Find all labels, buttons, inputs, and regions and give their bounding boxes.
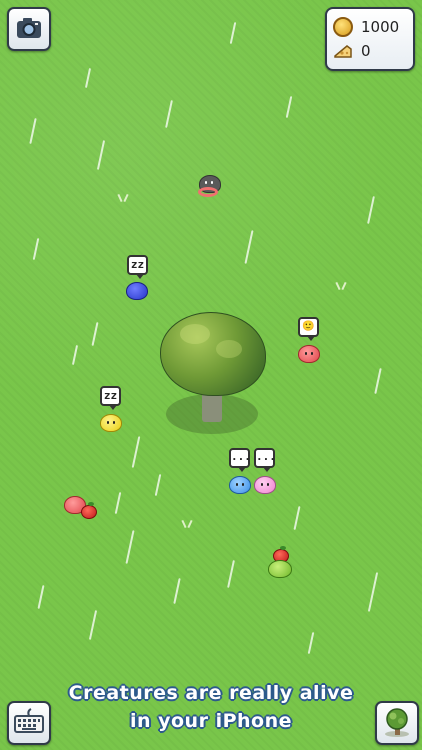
currency-panel: 1000 0 xyxy=(325,7,415,71)
speech-bubble: 🙂 xyxy=(298,317,319,341)
blue-creature-2[interactable] xyxy=(229,476,251,494)
grass-tuft xyxy=(334,282,348,290)
speech-bubble: ... xyxy=(254,448,276,472)
rain-streak xyxy=(293,506,301,530)
speech-bubble: zz xyxy=(127,255,148,279)
rain-streak xyxy=(307,632,315,654)
coin-count: 1000 xyxy=(361,18,400,36)
gray-creature[interactable] xyxy=(197,175,221,201)
tree-icon xyxy=(385,708,409,737)
rain-streak xyxy=(131,436,141,468)
grass-tuft xyxy=(116,194,130,202)
game-field[interactable]: 1000 0 zz 🙂 zz ... ... Creatures are rea… xyxy=(0,0,422,750)
rain-streak xyxy=(229,22,237,44)
green-creature[interactable] xyxy=(268,560,292,578)
rain-streak xyxy=(125,530,135,564)
float-ring-icon xyxy=(198,187,218,197)
rain-streak xyxy=(37,585,45,609)
apple-icon[interactable] xyxy=(80,502,98,520)
yellow-creature[interactable] xyxy=(100,414,122,432)
pink-creature[interactable] xyxy=(254,476,276,494)
cheese-icon xyxy=(333,41,353,61)
rain-streak xyxy=(244,230,254,264)
tree-foliage xyxy=(160,312,266,396)
camera-icon xyxy=(17,18,41,38)
rain-streak xyxy=(367,572,379,612)
rain-streak xyxy=(114,492,122,514)
rain-streak xyxy=(29,118,37,144)
caption-line-1: Creatures are really alive xyxy=(68,682,354,704)
rain-streak xyxy=(227,560,235,588)
rain-streak xyxy=(165,100,173,128)
tree-button[interactable] xyxy=(375,701,419,745)
red-creature[interactable] xyxy=(298,345,320,363)
rain-streak xyxy=(91,322,99,346)
grass-tuft xyxy=(180,520,194,528)
keyboard-button[interactable] xyxy=(7,701,51,745)
cheese-count: 0 xyxy=(361,42,371,60)
caption-line-2: in your iPhone xyxy=(129,710,293,732)
rain-streak xyxy=(374,368,382,394)
rain-streak xyxy=(71,345,79,365)
rain-streak xyxy=(154,474,162,496)
rain-streak xyxy=(88,610,98,640)
rain-streak xyxy=(96,140,106,170)
speech-bubble: zz xyxy=(100,386,121,410)
speech-bubble: ... xyxy=(229,448,251,472)
keyboard-icon xyxy=(14,708,44,733)
coin-icon xyxy=(333,17,353,37)
rain-streak xyxy=(173,578,181,604)
rain-streak xyxy=(32,238,40,260)
tree[interactable] xyxy=(160,312,266,436)
blue-creature[interactable] xyxy=(126,282,148,300)
rain-streak xyxy=(367,196,375,224)
rain-streak xyxy=(285,96,293,118)
rain-streak xyxy=(84,68,92,88)
camera-button[interactable] xyxy=(7,7,51,51)
